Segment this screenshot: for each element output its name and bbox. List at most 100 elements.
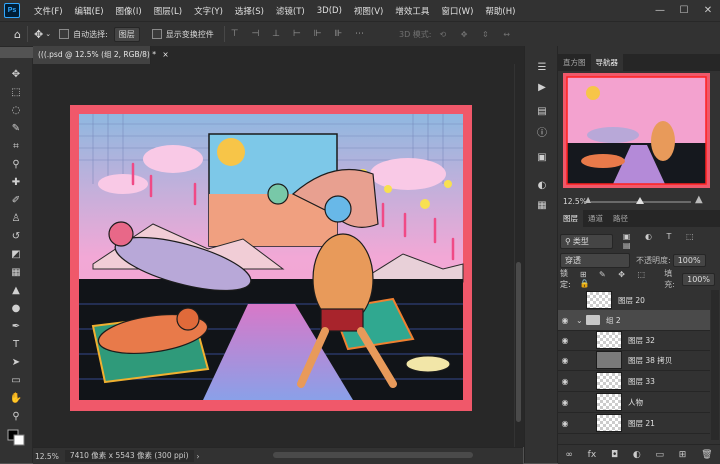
menu-type[interactable]: 文字(Y)	[188, 5, 229, 17]
zoom-slider-thumb[interactable]	[636, 197, 644, 204]
menu-plugins[interactable]: 增效工具	[389, 5, 435, 17]
menu-view[interactable]: 视图(V)	[348, 5, 389, 17]
chevron-right-icon[interactable]: ›	[197, 452, 200, 461]
canvas-area[interactable]	[33, 64, 514, 447]
zoom-tool-icon[interactable]: ⚲	[4, 408, 28, 425]
menu-filter[interactable]: 滤镜(T)	[270, 5, 311, 17]
layer-kind-filter[interactable]: ⚲ 类型	[560, 233, 613, 249]
chevron-down-icon[interactable]: ⌄	[45, 30, 51, 38]
crop-tool-icon[interactable]: ⌗	[4, 138, 28, 155]
tab-histogram[interactable]: 直方图	[558, 54, 591, 71]
new-layer-icon[interactable]: ⊞	[679, 450, 687, 460]
layer-filter-icons[interactable]: ▣ ◐ T ⬚ ▤	[623, 232, 715, 250]
lock-icons[interactable]: ⊞ ✎ ✥ ⬚ 🔒	[580, 270, 658, 288]
gradient-tool-icon[interactable]: ▦	[4, 264, 28, 281]
eye-icon[interactable]: ◉	[558, 377, 572, 386]
move-tool-icon[interactable]: ✥	[4, 66, 28, 83]
maximize-icon[interactable]: ☐	[672, 0, 696, 21]
pen-tool-icon[interactable]: ✒	[4, 318, 28, 335]
show-transform-label: 显示变换控件	[165, 29, 214, 39]
horizontal-scrollbar-thumb[interactable]	[273, 452, 473, 458]
menu-edit[interactable]: 编辑(E)	[69, 5, 110, 17]
menu-image[interactable]: 图像(I)	[110, 5, 148, 17]
hand-tool-icon[interactable]: ✋	[4, 390, 28, 407]
properties-panel-icon[interactable]: ▤	[535, 104, 549, 118]
menu-3d[interactable]: 3D(D)	[311, 6, 348, 16]
blur-tool-icon[interactable]: ▲	[4, 282, 28, 299]
auto-select-dropdown[interactable]: 图层	[113, 26, 140, 42]
zoom-out-icon[interactable]: ▲	[585, 195, 591, 204]
move-tool-icon[interactable]: ✥	[34, 28, 43, 41]
chevron-down-icon[interactable]: ⌄	[576, 316, 586, 325]
eye-icon[interactable]: ◉	[558, 336, 572, 345]
close-tab-icon[interactable]: ×	[162, 50, 168, 59]
fill-input[interactable]: 100%	[682, 272, 715, 286]
tab-channels[interactable]: 通道	[583, 210, 608, 227]
layer-row[interactable]: 图层 20	[558, 290, 710, 311]
close-icon[interactable]: ✕	[696, 0, 720, 21]
tab-paths[interactable]: 路径	[608, 210, 633, 227]
swatches-panel-icon[interactable]: ▦	[535, 198, 549, 212]
link-icon[interactable]: ∞	[565, 450, 573, 460]
fx-icon[interactable]: fx	[588, 450, 597, 460]
adjustments-panel-icon[interactable]: ◐	[535, 178, 549, 192]
layer-row-selected[interactable]: ◉ ⌄ 组 2	[558, 310, 710, 331]
marquee-tool-icon[interactable]: ⬚	[4, 84, 28, 101]
status-zoom[interactable]: 12.5%	[35, 452, 59, 461]
adjustment-icon[interactable]: ◐	[633, 450, 641, 460]
type-tool-icon[interactable]: T	[4, 336, 28, 353]
dodge-tool-icon[interactable]: ●	[4, 300, 28, 317]
home-icon[interactable]: ⌂	[14, 28, 21, 41]
new-group-icon[interactable]: ▭	[656, 450, 665, 460]
layer-row[interactable]: ◉ 图层 21	[558, 413, 710, 434]
auto-select-checkbox[interactable]	[59, 29, 70, 39]
mask-icon[interactable]: ◘	[611, 450, 618, 460]
vertical-scrollbar-thumb[interactable]	[516, 262, 521, 422]
align-icons[interactable]: ⊤ ⊣ ⊥ ⊢ ⊩ ⊪ ⋯	[231, 29, 369, 39]
navigator-zoom-value[interactable]: 12.5%	[563, 197, 587, 206]
3d-mode-icons[interactable]: ⟲ ✥ ⇕ ↔	[440, 30, 516, 39]
lasso-tool-icon[interactable]: ◌	[4, 102, 28, 119]
clone-stamp-icon[interactable]: ♙	[4, 210, 28, 227]
status-doc-info[interactable]: 7410 像素 x 5543 像素 (300 ppi)	[64, 450, 194, 462]
tab-layers[interactable]: 图层	[558, 210, 583, 227]
document-tab[interactable]: (((.psd @ 12.5% (组 2, RGB/8) * ×	[33, 46, 169, 64]
auto-select-label: 自动选择:	[73, 29, 108, 39]
trash-icon[interactable]: 🗑	[701, 450, 712, 460]
show-transform-checkbox[interactable]	[151, 29, 162, 39]
zoom-in-icon[interactable]: ▲	[695, 194, 703, 205]
artwork-canvas[interactable]	[33, 64, 514, 447]
opacity-input[interactable]: 100%	[672, 253, 706, 267]
magic-wand-icon[interactable]: ✎	[4, 120, 28, 137]
info-panel-icon[interactable]: ⓘ	[535, 124, 549, 139]
libraries-panel-icon[interactable]: ▣	[535, 150, 549, 164]
color-swatches-icon[interactable]	[4, 428, 28, 445]
menu-help[interactable]: 帮助(H)	[479, 5, 521, 17]
minimize-icon[interactable]: —	[648, 0, 672, 21]
eye-icon[interactable]: ◉	[558, 419, 572, 428]
layers-scrollbar[interactable]	[711, 290, 719, 440]
menu-layer[interactable]: 图层(L)	[148, 5, 188, 17]
layer-row[interactable]: ◉ 人物	[558, 392, 710, 413]
brush-tool-icon[interactable]: ✐	[4, 192, 28, 209]
eye-icon[interactable]: ◉	[558, 316, 572, 325]
eyedropper-icon[interactable]: ⚲	[4, 156, 28, 173]
navigator-thumbnail[interactable]	[563, 73, 710, 188]
actions-panel-icon[interactable]: ▶	[535, 80, 549, 94]
layer-row[interactable]: ◉ 图层 32	[558, 330, 710, 351]
history-panel-icon[interactable]: ☰	[535, 60, 549, 74]
eye-icon[interactable]: ◉	[558, 398, 572, 407]
layer-row[interactable]: ◉ 图层 33	[558, 371, 710, 392]
eye-icon[interactable]: ◉	[558, 356, 572, 365]
menu-window[interactable]: 窗口(W)	[435, 5, 479, 17]
blend-mode-dropdown[interactable]: 穿透	[560, 252, 630, 268]
menu-file[interactable]: 文件(F)	[28, 5, 69, 17]
healing-brush-icon[interactable]: ✚	[4, 174, 28, 191]
eraser-tool-icon[interactable]: ◩	[4, 246, 28, 263]
tab-navigator[interactable]: 导航器	[590, 54, 623, 71]
rectangle-tool-icon[interactable]: ▭	[4, 372, 28, 389]
layer-row[interactable]: ◉ 图层 38 拷贝	[558, 350, 710, 371]
history-brush-icon[interactable]: ↺	[4, 228, 28, 245]
menu-select[interactable]: 选择(S)	[229, 5, 270, 17]
path-selection-icon[interactable]: ➤	[4, 354, 28, 371]
